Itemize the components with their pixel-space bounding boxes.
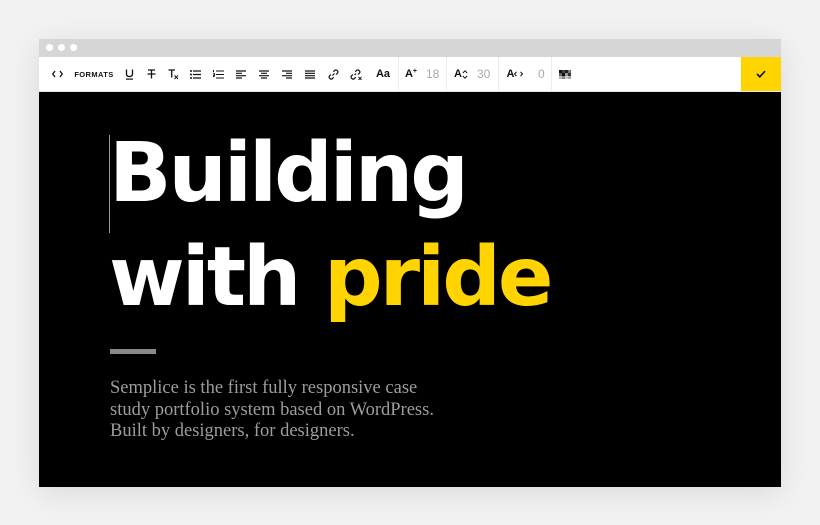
- line-height-value[interactable]: 30: [477, 57, 490, 91]
- toolbar-divider: [498, 57, 499, 91]
- align-justify-button[interactable]: [302, 57, 318, 91]
- hero-headline[interactable]: Building with pride: [109, 122, 554, 330]
- align-right-button[interactable]: [279, 57, 295, 91]
- font-size-value[interactable]: 18: [426, 57, 439, 91]
- formats-label: FORMATS: [74, 69, 114, 79]
- window-dot[interactable]: [70, 44, 77, 51]
- intro-paragraph[interactable]: Semplice is the first fully responsive c…: [110, 378, 530, 443]
- divider-rule: [110, 349, 156, 354]
- browser-window: FORMATS Aa A + 18 A 30 A 0 Building with…: [39, 39, 781, 487]
- intro-line-3: Built by designers, for designers.: [110, 421, 355, 441]
- bullet-list-button[interactable]: [187, 57, 203, 91]
- font-size-label: A: [404, 68, 413, 80]
- align-center-button[interactable]: [256, 57, 272, 91]
- window-titlebar: [39, 39, 781, 57]
- numbered-list-button[interactable]: [210, 57, 226, 91]
- link-icon: [327, 68, 339, 80]
- align-left-button[interactable]: [233, 57, 249, 91]
- headline-line-1: Building: [109, 126, 469, 221]
- window-dot[interactable]: [58, 44, 65, 51]
- formats-dropdown[interactable]: FORMATS: [73, 57, 115, 91]
- editor-toolbar: FORMATS Aa A + 18 A 30 A 0: [39, 57, 781, 92]
- underline-button[interactable]: [121, 57, 137, 91]
- align-justify-icon: [305, 69, 315, 79]
- code-view-button[interactable]: [49, 57, 65, 91]
- intro-line-1: Semplice is the first fully responsive c…: [110, 378, 418, 398]
- window-dot[interactable]: [46, 44, 53, 51]
- clear-format-icon: [168, 68, 179, 80]
- toolbar-divider: [446, 57, 447, 91]
- toolbar-divider: [398, 57, 399, 91]
- editor-canvas[interactable]: Building with pride Semplice is the first…: [39, 92, 781, 487]
- strikethrough-icon: [147, 69, 156, 79]
- confirm-button[interactable]: [741, 57, 781, 91]
- link-button[interactable]: [325, 57, 341, 91]
- align-center-icon: [259, 69, 269, 79]
- font-size-plus-icon: +: [412, 67, 418, 75]
- letter-spacing-label: A: [506, 68, 515, 80]
- unlink-button[interactable]: [348, 57, 364, 91]
- color-swatch-icon: [559, 69, 571, 79]
- numbered-list-icon: [212, 69, 224, 79]
- font-family-button[interactable]: Aa: [372, 57, 394, 91]
- clear-format-button[interactable]: [165, 57, 181, 91]
- letter-spacing-value[interactable]: 0: [538, 57, 545, 91]
- underline-icon: [125, 69, 134, 80]
- letter-spacing-button[interactable]: A: [504, 57, 526, 91]
- checkmark-icon: [756, 65, 766, 83]
- line-height-icon: [462, 69, 468, 79]
- unlink-icon: [350, 68, 362, 80]
- line-height-button[interactable]: A: [451, 57, 471, 91]
- align-right-icon: [282, 69, 292, 79]
- headline-line-2: with: [109, 230, 324, 325]
- align-left-icon: [236, 69, 246, 79]
- code-icon: [51, 70, 63, 78]
- intro-line-2: study portfolio system based on WordPres…: [110, 399, 434, 420]
- text-color-button[interactable]: [557, 57, 573, 91]
- bullet-list-icon: [189, 69, 201, 79]
- line-height-label: A: [454, 68, 462, 80]
- letter-spacing-icon: [514, 71, 524, 77]
- toolbar-divider: [551, 57, 552, 91]
- font-family-label: Aa: [375, 68, 391, 80]
- strikethrough-button[interactable]: [143, 57, 159, 91]
- font-size-button[interactable]: A +: [403, 57, 419, 91]
- headline-accent-word: pride: [323, 230, 554, 325]
